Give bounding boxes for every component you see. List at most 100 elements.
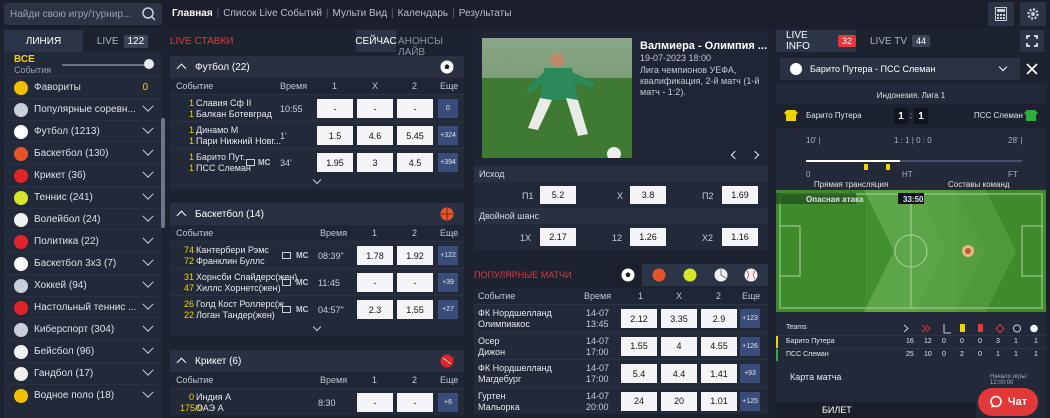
- sidebar-item[interactable]: Популярные соревн...: [4, 98, 162, 120]
- odd-1[interactable]: -: [317, 99, 353, 118]
- event-row[interactable]: 31 47 Хорнсби Спайдерс(жен) Хиллс Хорнетс(ж…: [170, 268, 464, 295]
- group-header[interactable]: Баскетбол (14): [170, 203, 464, 225]
- odd-1[interactable]: 1.5: [317, 126, 353, 145]
- sidebar-item[interactable]: Футбол (1213): [4, 120, 162, 142]
- tab-live[interactable]: LIVE 122: [83, 30, 162, 52]
- sidebar-item[interactable]: Бейсбол (96): [4, 340, 162, 362]
- lineups-tab[interactable]: Составы команд: [948, 180, 1010, 189]
- sidebar-item[interactable]: Волейбол (24): [4, 208, 162, 230]
- odd-x[interactable]: 3: [357, 153, 393, 172]
- more-markets-button[interactable]: +122: [438, 246, 458, 265]
- odd-x[interactable]: 4: [661, 336, 697, 356]
- event-row[interactable]: 0 175/9 Индия А ОАЭ А 8:30- - +6: [170, 388, 464, 415]
- odd-2[interactable]: 4.5: [397, 153, 433, 172]
- more-markets-button[interactable]: +126: [740, 336, 760, 356]
- close-tools-icon[interactable]: [1024, 61, 1040, 77]
- event-row[interactable]: 1 1 Динамо М Пари Нижний Новг... 1' 1.5 4.6 5.4…: [170, 121, 464, 148]
- sidebar-item[interactable]: Водное поло (18): [4, 384, 162, 406]
- sidebar-item[interactable]: Крикет (36): [4, 164, 162, 186]
- odd-1[interactable]: 1.55: [621, 336, 657, 356]
- sidebar-item[interactable]: Баскетбол (130): [4, 142, 162, 164]
- event-row[interactable]: 1 1 Славия Сф II Балкан Ботевград 10:55- - -0: [170, 94, 464, 121]
- odd-2[interactable]: 2.9: [701, 309, 737, 328]
- sidebar-item[interactable]: Теннис (241): [4, 186, 162, 208]
- more-markets-button[interactable]: +394: [438, 153, 458, 172]
- odd-2[interactable]: 1.41: [701, 364, 737, 383]
- odd-2[interactable]: -: [397, 99, 433, 118]
- tab-announcements[interactable]: АНОНСЫ ЛАЙВ: [398, 36, 464, 58]
- event-row[interactable]: 26 22 Голд Кост Роллерс(ж... Логан Тандер(ж…: [170, 295, 464, 322]
- featured-title[interactable]: Валмиера - Олимпия ...: [640, 40, 767, 52]
- tab-line[interactable]: ЛИНИЯ: [4, 30, 83, 52]
- event-row[interactable]: 74 72 Кантербери Рэмс Франклин Буллс MC 08:39…: [170, 241, 464, 268]
- odd-1x[interactable]: 2.17: [540, 228, 576, 246]
- next-arrow-icon[interactable]: [750, 150, 760, 160]
- nav-calendar[interactable]: Календарь: [398, 8, 448, 19]
- prev-arrow-icon[interactable]: [730, 150, 740, 160]
- odd-1[interactable]: 2.3: [357, 300, 393, 319]
- more-markets-button[interactable]: +125: [740, 391, 760, 411]
- sidebar-item[interactable]: Фавориты 0: [4, 76, 162, 98]
- more-markets-button[interactable]: +123: [740, 309, 760, 328]
- odd-x2[interactable]: 1.16: [722, 228, 758, 246]
- time-filter[interactable]: ВСЕ События: [4, 52, 162, 76]
- match-selector[interactable]: Барито Путера - ПСС Слеман: [780, 58, 1020, 80]
- odd-12[interactable]: 1.26: [630, 228, 666, 246]
- odd-1[interactable]: 1.95: [317, 153, 353, 172]
- search-input[interactable]: Найди свою игру/турнир...: [4, 3, 162, 25]
- odd-x[interactable]: 4.6: [357, 126, 393, 145]
- nav-multiview[interactable]: Мульти Вид: [333, 8, 388, 19]
- chat-button[interactable]: Чат: [978, 388, 1038, 416]
- fullscreen-button[interactable]: [1020, 30, 1044, 52]
- tab-live-tv[interactable]: LIVE TV 44: [870, 30, 931, 52]
- sidebar-item[interactable]: Баскетбол 3x3 (7): [4, 252, 162, 274]
- group-header[interactable]: Крикет (6): [170, 350, 464, 372]
- popular-row[interactable]: ФК Нордшелланд Олимпиакос 14-07 13:45 2.12 3.…: [474, 304, 768, 332]
- bet-slip-header[interactable]: БИЛЕТ: [776, 402, 976, 418]
- popular-row[interactable]: Гуртен Мальорка 14-07 20:00 24 20 1.01 +125: [474, 386, 768, 415]
- odd-2[interactable]: 5.45: [397, 126, 433, 145]
- event-row[interactable]: 1 1 Барито Пут... ПСС Слеман MC 34' 1.95 3 4.5 +3…: [170, 148, 464, 175]
- odd-2[interactable]: 1.01: [701, 391, 737, 411]
- tennis-icon[interactable]: [683, 268, 697, 282]
- more-markets-button[interactable]: +39: [438, 273, 458, 292]
- odd-2[interactable]: 1.92: [397, 246, 433, 265]
- calculator-button[interactable]: [988, 2, 1014, 26]
- odd-p1[interactable]: 5.2: [540, 186, 576, 204]
- odd-1[interactable]: 2.12: [621, 309, 657, 328]
- odd-1[interactable]: 5.4: [621, 364, 657, 383]
- sidebar-item[interactable]: Политика (22): [4, 230, 162, 252]
- odd-x[interactable]: 3.8: [630, 186, 666, 204]
- nav-home[interactable]: Главная: [172, 8, 213, 19]
- expand-more[interactable]: [170, 175, 464, 189]
- baseball-icon[interactable]: [744, 268, 758, 282]
- more-markets-button[interactable]: +6: [438, 393, 458, 412]
- settings-button[interactable]: [1020, 2, 1046, 26]
- more-markets-button[interactable]: 0: [438, 99, 458, 118]
- odd-x[interactable]: 4.4: [661, 364, 697, 383]
- odd-1[interactable]: 24: [621, 391, 657, 411]
- more-markets-button[interactable]: +324: [438, 126, 458, 145]
- odd-2[interactable]: -: [397, 393, 433, 412]
- tab-live-info[interactable]: LIVE INFO 32: [776, 30, 856, 52]
- odd-2[interactable]: -: [397, 273, 433, 292]
- popular-row[interactable]: Осер Дижон 14-07 17:00 1.55 4 4.55 +126: [474, 331, 768, 360]
- odd-x[interactable]: 20: [661, 391, 697, 411]
- popular-row[interactable]: ФК Нордшелланд Магдебург 14-07 17:00 5.4 4.4 1…: [474, 359, 768, 387]
- odd-1[interactable]: -: [357, 273, 393, 292]
- football-icon[interactable]: [621, 268, 635, 282]
- tab-now[interactable]: СЕЙЧАС: [355, 30, 397, 52]
- odd-1[interactable]: 1.78: [357, 246, 393, 265]
- nav-live-list[interactable]: Список Live Событий: [223, 8, 322, 19]
- sidebar-item[interactable]: Настольный теннис ...: [4, 296, 162, 318]
- sidebar-item[interactable]: Киберспорт (304): [4, 318, 162, 340]
- broadcast-tab[interactable]: Прямая трансляция: [814, 180, 888, 189]
- search-icon[interactable]: [141, 6, 157, 22]
- odd-2[interactable]: 1.55: [397, 300, 433, 319]
- odd-p2[interactable]: 1.69: [722, 186, 758, 204]
- odd-x[interactable]: 3.35: [661, 309, 697, 328]
- expand-more[interactable]: [170, 322, 464, 336]
- nav-results[interactable]: Результаты: [459, 8, 512, 19]
- odd-1[interactable]: -: [357, 393, 393, 412]
- volleyball-icon[interactable]: [714, 268, 728, 282]
